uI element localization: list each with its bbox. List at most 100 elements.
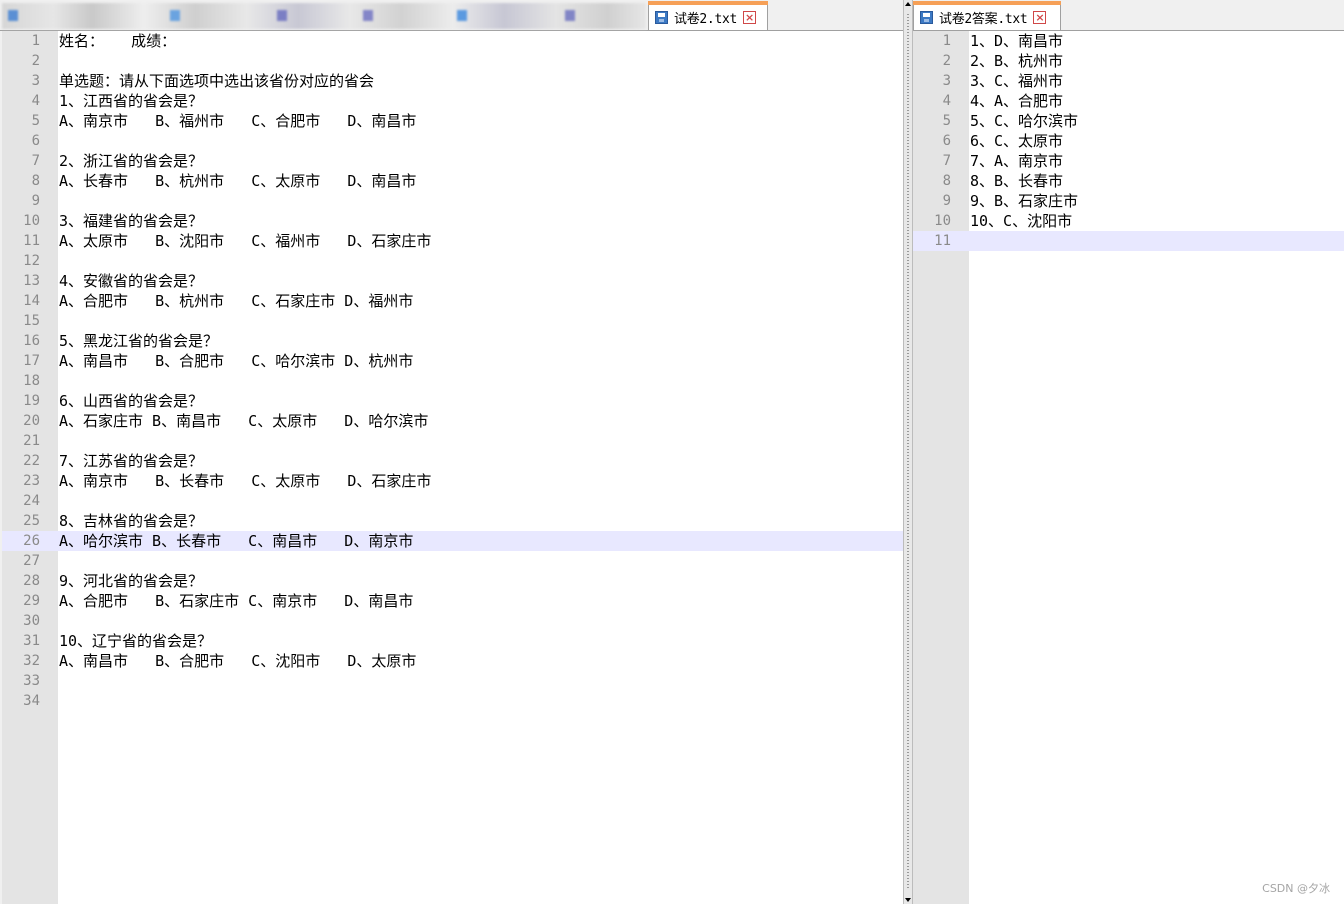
tab-exam-file[interactable]: 试卷2.txt × xyxy=(648,1,768,30)
editor-line[interactable]: 9 xyxy=(2,191,903,211)
line-text: 2、浙江省的省会是？ xyxy=(59,152,204,170)
editor-line[interactable]: 13 4、安徽省的省会是？ xyxy=(2,271,903,291)
editor-line[interactable]: 7 7、A、南京市 xyxy=(913,151,1344,171)
scroll-down-arrow-icon[interactable] xyxy=(905,898,911,902)
line-number: 7 xyxy=(942,153,951,169)
editor-line[interactable]: 5 A、南京市 B、福州市 C、合肥市 D、南昌市 xyxy=(2,111,903,131)
editor-line[interactable]: 19 6、山西省的省会是？ xyxy=(2,391,903,411)
line-text: A、太原市 B、沈阳市 C、福州市 D、石家庄市 xyxy=(59,232,432,250)
line-number: 5 xyxy=(942,113,951,129)
editor-line[interactable]: 15 xyxy=(2,311,903,331)
line-text: 3、福建省的省会是？ xyxy=(59,212,204,230)
editor-line[interactable]: 33 xyxy=(2,671,903,691)
editor-line[interactable]: 11 xyxy=(913,231,1344,251)
line-text: A、哈尔滨市 B、长春市 C、南昌市 D、南京市 xyxy=(59,532,414,550)
editor-line[interactable]: 6 6、C、太原市 xyxy=(913,131,1344,151)
pane-splitter[interactable] xyxy=(903,0,913,904)
editor-line[interactable]: 17 A、南昌市 B、合肥市 C、哈尔滨市 D、杭州市 xyxy=(2,351,903,371)
editor-line[interactable]: 23 A、南京市 B、长春市 C、太原市 D、石家庄市 xyxy=(2,471,903,491)
editor-line[interactable]: 16 5、黑龙江省的省会是？ xyxy=(2,331,903,351)
line-number: 3 xyxy=(31,73,40,89)
tab-icon-blurred xyxy=(565,10,575,21)
line-text: A、南京市 B、福州市 C、合肥市 D、南昌市 xyxy=(59,112,417,130)
editor-line[interactable]: 25 8、吉林省的省会是？ xyxy=(2,511,903,531)
editor-line[interactable]: 4 4、A、合肥市 xyxy=(913,91,1344,111)
line-number: 4 xyxy=(31,93,40,109)
editor-line[interactable]: 11 A、太原市 B、沈阳市 C、福州市 D、石家庄市 xyxy=(2,231,903,251)
editor-line[interactable]: 26 A、哈尔滨市 B、长春市 C、南昌市 D、南京市 xyxy=(2,531,903,551)
editor-line[interactable]: 4 1、江西省的省会是？ xyxy=(2,91,903,111)
editor-line[interactable]: 2 2、B、杭州市 xyxy=(913,51,1344,71)
editor-line[interactable]: 10 3、福建省的省会是？ xyxy=(2,211,903,231)
text-editor-right[interactable]: 1 1、D、南昌市 2 2、B、杭州市 3 3、C、福州市 4 4、A、合肥市 5 5、C、哈尔滨… xyxy=(913,31,1344,904)
line-text: A、石家庄市 B、南昌市 C、太原市 D、哈尔滨市 xyxy=(59,412,429,430)
editor-line[interactable]: 30 xyxy=(2,611,903,631)
editor-line[interactable]: 9 9、B、石家庄市 xyxy=(913,191,1344,211)
editor-line[interactable]: 2 xyxy=(2,51,903,71)
editor-line[interactable]: 1 姓名： 成绩： xyxy=(2,31,903,51)
editor-line[interactable]: 3 单选题：请从下面选项中选出该省份对应的省会 xyxy=(2,71,903,91)
tab-answer-file[interactable]: 试卷2答案.txt × xyxy=(913,1,1061,30)
editor-line[interactable]: 1 1、D、南昌市 xyxy=(913,31,1344,51)
line-number: 8 xyxy=(942,173,951,189)
line-number: 13 xyxy=(23,273,40,289)
line-text: 2、B、杭州市 xyxy=(970,52,1064,70)
text-editor-left[interactable]: 1 姓名： 成绩： 2 3 单选题：请从下面选项中选出该省份对应的省会 4 1、江西省的省会… xyxy=(2,31,903,904)
scroll-up-arrow-icon[interactable] xyxy=(905,2,911,6)
editor-line[interactable]: 3 3、C、福州市 xyxy=(913,71,1344,91)
editor-line[interactable]: 34 xyxy=(2,691,903,711)
tab-title: 试卷2.txt xyxy=(674,11,738,27)
editor-line[interactable]: 8 8、B、长春市 xyxy=(913,171,1344,191)
editor-lines: 1 姓名： 成绩： 2 3 单选题：请从下面选项中选出该省份对应的省会 4 1、江西省的省会… xyxy=(2,31,903,711)
editor-line[interactable]: 6 xyxy=(2,131,903,151)
line-number: 26 xyxy=(23,533,40,549)
tab-title: 试卷2答案.txt xyxy=(939,11,1028,27)
editor-line[interactable]: 32 A、南昌市 B、合肥市 C、沈阳市 D、太原市 xyxy=(2,651,903,671)
line-number: 34 xyxy=(23,693,40,709)
line-text: A、合肥市 B、杭州市 C、石家庄市 D、福州市 xyxy=(59,292,414,310)
editor-line[interactable]: 31 10、辽宁省的省会是？ xyxy=(2,631,903,651)
line-number: 20 xyxy=(23,413,40,429)
line-text: A、长春市 B、杭州市 C、太原市 D、南昌市 xyxy=(59,172,417,190)
line-number: 7 xyxy=(31,153,40,169)
line-number: 28 xyxy=(23,573,40,589)
line-text: 5、黑龙江省的省会是？ xyxy=(59,332,219,350)
editor-line[interactable]: 27 xyxy=(2,551,903,571)
editor-line[interactable]: 22 7、江苏省的省会是？ xyxy=(2,451,903,471)
line-number: 32 xyxy=(23,653,40,669)
editor-line[interactable]: 12 xyxy=(2,251,903,271)
editor-line[interactable]: 21 xyxy=(2,431,903,451)
close-icon[interactable]: × xyxy=(1033,10,1047,24)
editor-line[interactable]: 7 2、浙江省的省会是？ xyxy=(2,151,903,171)
editor-line[interactable]: 24 xyxy=(2,491,903,511)
tab-icon-blurred xyxy=(170,10,180,21)
line-text: 4、安徽省的省会是？ xyxy=(59,272,204,290)
editor-line[interactable]: 8 A、长春市 B、杭州市 C、太原市 D、南昌市 xyxy=(2,171,903,191)
line-number: 16 xyxy=(23,333,40,349)
editor-line[interactable]: 18 xyxy=(2,371,903,391)
line-number: 23 xyxy=(23,473,40,489)
line-number: 27 xyxy=(23,553,40,569)
line-text: 姓名： 成绩： xyxy=(59,32,177,50)
editor-lines: 1 1、D、南昌市 2 2、B、杭州市 3 3、C、福州市 4 4、A、合肥市 5 5、C、哈尔滨… xyxy=(913,31,1344,251)
line-number: 11 xyxy=(934,233,951,249)
line-number: 4 xyxy=(942,93,951,109)
editor-line[interactable]: 14 A、合肥市 B、杭州市 C、石家庄市 D、福州市 xyxy=(2,291,903,311)
editor-line[interactable]: 29 A、合肥市 B、石家庄市 C、南京市 D、南昌市 xyxy=(2,591,903,611)
editor-line[interactable]: 28 9、河北省的省会是？ xyxy=(2,571,903,591)
close-icon[interactable]: × xyxy=(743,10,757,24)
line-text: 9、河北省的省会是？ xyxy=(59,572,204,590)
right-editor-pane: 试卷2答案.txt × 1 1、D、南昌市 2 2、B、杭州市 3 3、C、福州市 4 4、A… xyxy=(913,0,1344,904)
line-number: 9 xyxy=(942,193,951,209)
tab-icon-blurred xyxy=(363,10,373,21)
editor-line[interactable]: 10 10、C、沈阳市 xyxy=(913,211,1344,231)
line-number: 29 xyxy=(23,593,40,609)
blurred-tabs xyxy=(2,3,646,29)
line-text: 6、山西省的省会是？ xyxy=(59,392,204,410)
editor-line[interactable]: 5 5、C、哈尔滨市 xyxy=(913,111,1344,131)
line-text: 9、B、石家庄市 xyxy=(970,192,1079,210)
line-number: 8 xyxy=(31,173,40,189)
line-number: 5 xyxy=(31,113,40,129)
editor-line[interactable]: 20 A、石家庄市 B、南昌市 C、太原市 D、哈尔滨市 xyxy=(2,411,903,431)
line-number: 9 xyxy=(31,193,40,209)
